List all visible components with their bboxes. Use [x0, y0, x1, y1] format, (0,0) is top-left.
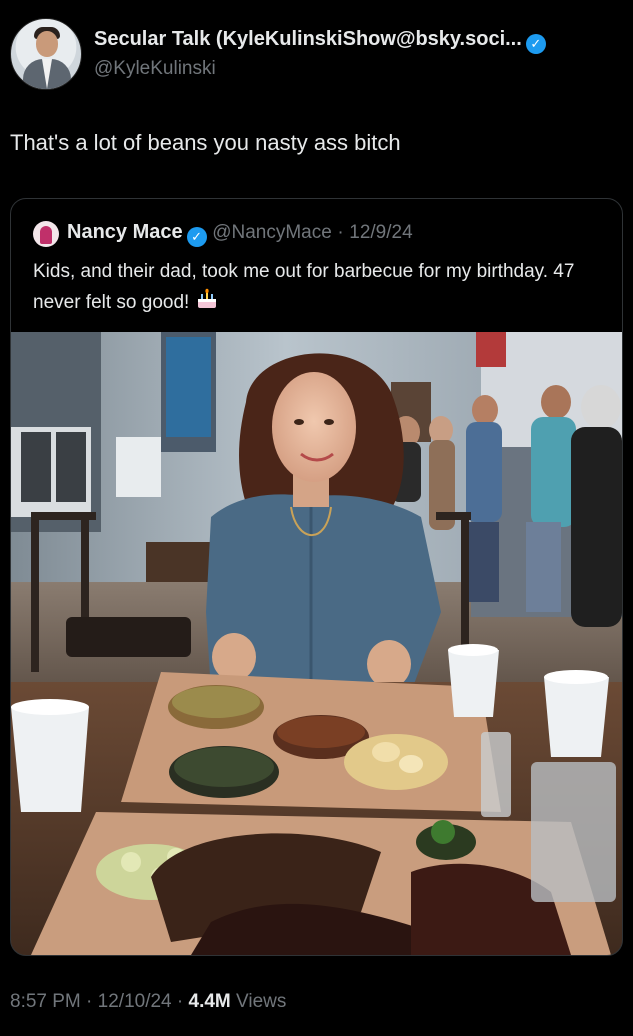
- quoted-text: Kids, and their dad, took me out for bar…: [33, 257, 603, 318]
- quoted-author-avatar[interactable]: [33, 221, 59, 247]
- verified-badge-icon: ✓: [525, 34, 546, 54]
- quoted-tweet[interactable]: Nancy Mace ✓ @NancyMace · 12/9/24 Kids, a…: [10, 198, 623, 956]
- tweet-header: Secular Talk (KyleKulinskiShow@bsky.soci…: [10, 16, 623, 92]
- quoted-author-handle[interactable]: @NancyMace: [212, 222, 332, 243]
- birthday-cake-icon: [197, 288, 216, 308]
- quoted-author-name[interactable]: Nancy Mace: [67, 221, 183, 243]
- author-handle[interactable]: @KyleKulinski: [94, 58, 216, 80]
- meta-separator: ·: [337, 222, 344, 243]
- post-date[interactable]: 12/10/24: [98, 991, 172, 1012]
- views-count[interactable]: 4.4M: [189, 991, 231, 1012]
- tweet-footer: 8:57 PM · 12/10/24 · 4.4M Views: [10, 991, 286, 1013]
- author-name[interactable]: Secular Talk (KyleKulinskiShow@bsky.soci…: [94, 28, 522, 50]
- quoted-author-line: Nancy Mace ✓ @NancyMace · 12/9/24: [67, 221, 413, 247]
- verified-badge-icon: ✓: [186, 227, 207, 247]
- quoted-date[interactable]: 12/9/24: [349, 222, 412, 243]
- post-time[interactable]: 8:57 PM: [10, 991, 81, 1012]
- quoted-text-body: Kids, and their dad, took me out for bar…: [33, 261, 575, 313]
- photo-scene: [11, 332, 622, 955]
- author-avatar[interactable]: [10, 18, 82, 90]
- footer-separator: ·: [176, 991, 184, 1012]
- views-label: Views: [236, 991, 287, 1012]
- author-name-line[interactable]: Secular Talk (KyleKulinskiShow@bsky.soci…: [94, 28, 546, 54]
- attached-photo[interactable]: [11, 332, 622, 955]
- footer-separator: ·: [86, 991, 93, 1012]
- tweet-text: That's a lot of beans you nasty ass bitc…: [10, 130, 401, 155]
